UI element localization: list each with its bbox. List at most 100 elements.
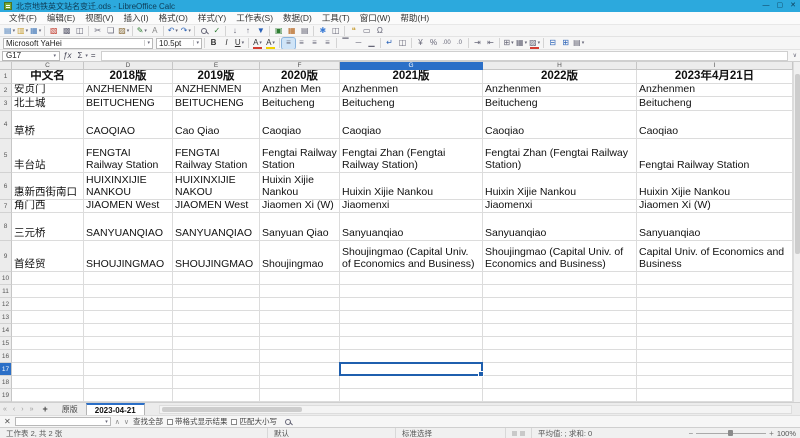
cell-E18[interactable] — [173, 376, 260, 389]
cell-I2[interactable]: Anzhenmen — [637, 84, 793, 97]
cell-E4[interactable]: Cao Qiao — [173, 111, 260, 139]
cell-I14[interactable] — [637, 324, 793, 337]
cell-I8[interactable]: Sanyuanqiao — [637, 213, 793, 241]
row-header-9[interactable]: 9 — [0, 241, 12, 272]
cell-G5[interactable]: Fengtai Zhan (Fengtai Railway Station) — [340, 139, 483, 173]
redo-icon[interactable]: ↷▾ — [179, 25, 192, 36]
cell-E1[interactable]: 2019版 — [173, 70, 260, 84]
split-window-icon[interactable]: ◫ — [329, 25, 342, 36]
menu-styles[interactable]: 样式(Y) — [193, 12, 231, 24]
cell-H5[interactable]: Fengtai Zhan (Fengtai Railway Station) — [483, 139, 637, 173]
row-header-8[interactable]: 8 — [0, 213, 12, 241]
cell-D1[interactable]: 2018版 — [84, 70, 173, 84]
cell-C5[interactable]: 丰台站 — [12, 139, 84, 173]
cell-C2[interactable]: 安贞门 — [12, 84, 84, 97]
cell-F1[interactable]: 2020版 — [260, 70, 340, 84]
find-next-icon[interactable]: ∨ — [124, 418, 129, 426]
justify-icon[interactable]: ≡ — [321, 38, 334, 49]
cell-D8[interactable]: SANYUANQIAO — [84, 213, 173, 241]
row-header-12[interactable]: 12 — [0, 298, 12, 311]
insert-comment-icon[interactable]: ❝ — [347, 25, 360, 36]
cell-H15[interactable] — [483, 337, 637, 350]
cell-F2[interactable]: Anzhen Men — [260, 84, 340, 97]
find-replace-icon[interactable] — [197, 25, 210, 36]
format-percent-icon[interactable]: % — [427, 38, 440, 49]
cell-C1[interactable]: 中文名 — [12, 70, 84, 84]
cell-E10[interactable] — [173, 272, 260, 285]
freeze-panes-icon[interactable]: ✱ — [316, 25, 329, 36]
cell-E6[interactable]: HUIXINXIJIE NAKOU — [173, 173, 260, 200]
font-color-icon[interactable]: A▾ — [251, 38, 264, 49]
expand-formula-bar-icon[interactable]: ∨ — [790, 52, 800, 59]
cell-G11[interactable] — [340, 285, 483, 298]
cell-D16[interactable] — [84, 350, 173, 363]
delete-decimal-icon[interactable]: .0 — [453, 38, 466, 49]
add-decimal-icon[interactable]: .00 — [440, 38, 453, 49]
menu-insert[interactable]: 插入(I) — [119, 12, 154, 24]
menu-sheet[interactable]: 工作表(S) — [231, 12, 278, 24]
cell-C17[interactable] — [12, 363, 84, 376]
cell-G1[interactable]: 2021版 — [340, 70, 483, 84]
cell-G12[interactable] — [340, 298, 483, 311]
cut-icon[interactable]: ✂ — [91, 25, 104, 36]
column-header-D[interactable]: D — [84, 62, 173, 70]
vertical-scrollbar[interactable] — [793, 62, 800, 402]
cell-G2[interactable]: Anzhenmen — [340, 84, 483, 97]
checkbox-icon[interactable] — [231, 419, 237, 425]
cell-I15[interactable] — [637, 337, 793, 350]
cell-D15[interactable] — [84, 337, 173, 350]
cell-G10[interactable] — [340, 272, 483, 285]
cell-F11[interactable] — [260, 285, 340, 298]
cell-F4[interactable]: Caoqiao — [260, 111, 340, 139]
zoom-out-icon[interactable]: − — [688, 429, 693, 438]
cell-H3[interactable]: Beitucheng — [483, 97, 637, 111]
menu-help[interactable]: 帮助(H) — [395, 12, 434, 24]
insert-image-icon[interactable]: ▣ — [272, 25, 285, 36]
column-header-H[interactable]: H — [483, 62, 637, 70]
cell-I6[interactable]: Huixin Xijie Nankou — [637, 173, 793, 200]
cell-D13[interactable] — [84, 311, 173, 324]
menu-edit[interactable]: 编辑(E) — [42, 12, 80, 24]
decrease-indent-icon[interactable]: ⇤ — [484, 38, 497, 49]
cell-D3[interactable]: BEITUCHENG — [84, 97, 173, 111]
find-input[interactable]: ▾ — [15, 417, 111, 426]
menu-window[interactable]: 窗口(W) — [355, 12, 396, 24]
special-character-icon[interactable]: Ω — [373, 25, 386, 36]
align-top-icon[interactable]: ▔ — [339, 38, 352, 49]
sort-ascending-icon[interactable]: ↓ — [228, 25, 241, 36]
column-header-E[interactable]: E — [173, 62, 260, 70]
open-file-icon[interactable]: ▥▾ — [16, 25, 29, 36]
cell-I10[interactable] — [637, 272, 793, 285]
find-and-replace-icon[interactable] — [285, 419, 291, 425]
cell-D4[interactable]: CAOQIAO — [84, 111, 173, 139]
cell-H17[interactable] — [483, 363, 637, 376]
next-sheet-icon[interactable]: › — [18, 406, 26, 413]
column-header-C[interactable]: C — [12, 62, 84, 70]
cell-D19[interactable] — [84, 389, 173, 402]
row-header-2[interactable]: 2 — [0, 84, 12, 97]
cell-E8[interactable]: SANYUANQIAO — [173, 213, 260, 241]
cell-F7[interactable]: Jiaomen Xi (W) — [260, 200, 340, 213]
cell-F19[interactable] — [260, 389, 340, 402]
previous-sheet-icon[interactable]: ‹ — [10, 406, 18, 413]
cell-F17[interactable] — [260, 363, 340, 376]
sheet-tab-original[interactable]: 原版 — [54, 403, 86, 415]
sort-descending-icon[interactable]: ↑ — [241, 25, 254, 36]
merge-cells-icon[interactable]: ◫ — [396, 38, 409, 49]
cell-E5[interactable]: FENGTAI Railway Station — [173, 139, 260, 173]
cell-D17[interactable] — [84, 363, 173, 376]
align-right-icon[interactable]: ≡ — [308, 38, 321, 49]
cell-E15[interactable] — [173, 337, 260, 350]
cell-H1[interactable]: 2022版 — [483, 70, 637, 84]
cell-H19[interactable] — [483, 389, 637, 402]
cell-E11[interactable] — [173, 285, 260, 298]
row-header-10[interactable]: 10 — [0, 272, 12, 285]
close-icon[interactable]: ✕ — [790, 1, 796, 11]
cell-C19[interactable] — [12, 389, 84, 402]
last-sheet-icon[interactable]: » — [27, 406, 37, 413]
horizontal-scrollbar-thumb[interactable] — [162, 407, 302, 412]
cell-H18[interactable] — [483, 376, 637, 389]
cell-G9[interactable]: Shoujingmao (Capital Univ. of Economics … — [340, 241, 483, 272]
formula-icon[interactable]: = — [88, 51, 99, 60]
cell-E16[interactable] — [173, 350, 260, 363]
